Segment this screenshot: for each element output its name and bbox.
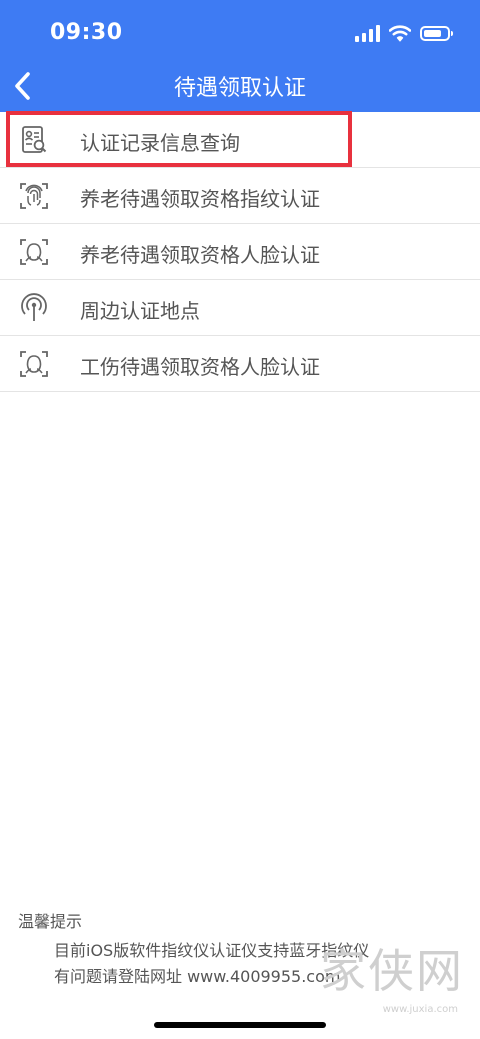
- menu-item-nearby-locations[interactable]: 周边认证地点: [0, 280, 480, 336]
- menu-item-record-query[interactable]: 认证记录信息查询: [0, 112, 480, 168]
- fingerprint-icon: [20, 183, 48, 209]
- face-scan-icon: [20, 239, 48, 265]
- auth-menu-list: 认证记录信息查询 养老待遇领取资格指纹认证 养老待遇领取资格人脸认证 周边认证地…: [0, 112, 480, 392]
- watermark-url: www.juxia.com: [382, 1004, 458, 1015]
- menu-item-pension-fingerprint[interactable]: 养老待遇领取资格指纹认证: [0, 168, 480, 224]
- menu-item-injury-face[interactable]: 工伤待遇领取资格人脸认证: [0, 336, 480, 392]
- menu-item-pension-face[interactable]: 养老待遇领取资格人脸认证: [0, 224, 480, 280]
- menu-item-label: 养老待遇领取资格指纹认证: [80, 187, 320, 211]
- home-indicator: [154, 1022, 326, 1028]
- page-title: 待遇领取认证: [173, 76, 306, 101]
- signal-icon: [355, 24, 380, 42]
- location-signal-icon: [21, 293, 47, 321]
- tip-line: 目前iOS版软件指纹仪认证仪支持蓝牙指纹仪: [54, 941, 370, 960]
- menu-item-label: 认证记录信息查询: [80, 131, 240, 155]
- tips-title: 温馨提示: [18, 912, 83, 931]
- status-icons: [355, 22, 453, 44]
- menu-item-label: 周边认证地点: [80, 299, 200, 323]
- face-scan-icon: [20, 351, 48, 377]
- tips-section: 温馨提示 目前iOS版软件指纹仪认证仪支持蓝牙指纹仪 有问题请登陆网址 www.…: [18, 908, 369, 990]
- battery-icon: [420, 25, 453, 41]
- watermark-logo: 家侠网: [320, 944, 464, 998]
- record-search-icon: [22, 126, 47, 153]
- menu-item-label: 工伤待遇领取资格人脸认证: [80, 355, 320, 379]
- tip-line: 有问题请登陆网址 www.4009955.com: [54, 967, 341, 986]
- nav-header: 09:30 待遇领取认证: [0, 0, 480, 112]
- wifi-icon: [389, 24, 411, 41]
- menu-item-label: 养老待遇领取资格人脸认证: [80, 243, 320, 267]
- status-time: 09:30: [50, 20, 123, 45]
